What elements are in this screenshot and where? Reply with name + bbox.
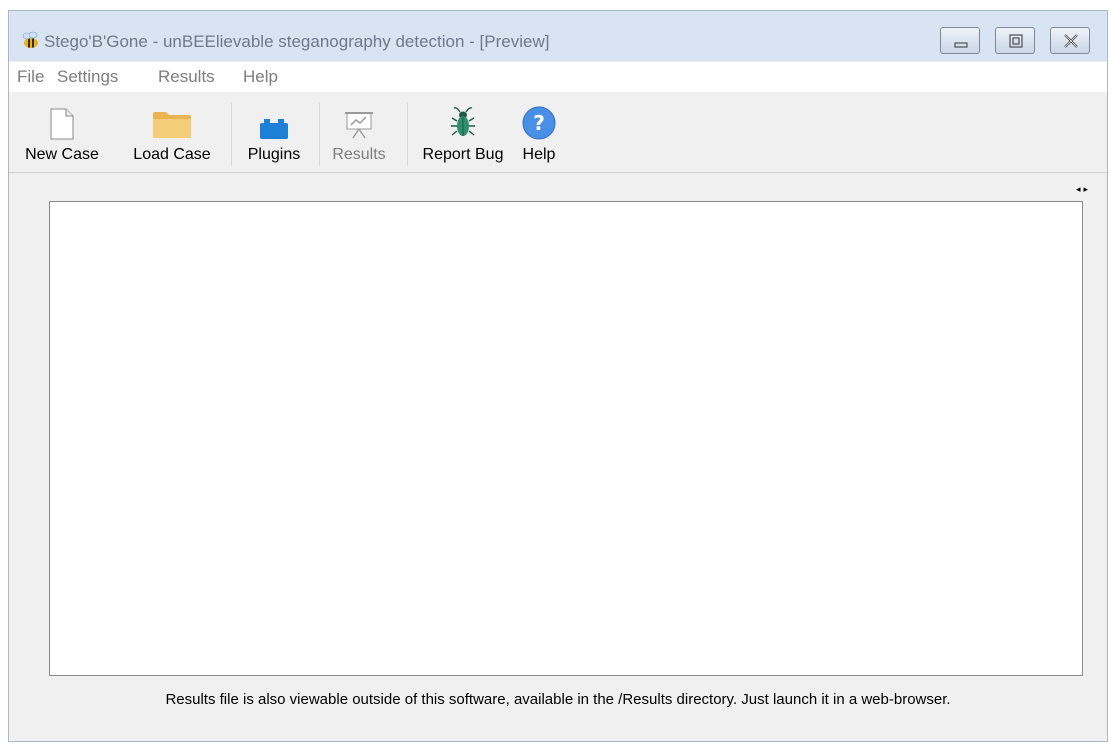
window-title: Stego'B'Gone - unBEElievable steganograp… <box>44 32 550 51</box>
menu-help[interactable]: Help <box>243 67 278 87</box>
bug-icon <box>451 107 475 136</box>
title-bar: Stego'B'Gone - unBEElievable steganograp… <box>9 11 1107 61</box>
svg-text:?: ? <box>533 111 545 135</box>
minimize-button[interactable] <box>940 27 980 54</box>
report-bug-label: Report Bug <box>422 146 504 163</box>
close-button[interactable] <box>1050 27 1090 54</box>
toolbar-separator <box>407 102 408 166</box>
folder-icon <box>153 112 191 138</box>
maximize-button[interactable] <box>995 27 1035 54</box>
toolbar-separator <box>231 102 232 166</box>
menu-file[interactable]: File <box>17 67 44 87</box>
menu-settings[interactable]: Settings <box>57 67 118 87</box>
load-case-button[interactable]: Load Case <box>127 94 217 172</box>
toolbar: New Case Load Case Plugins Results Repor… <box>9 94 1107 173</box>
results-button[interactable]: Results <box>324 94 394 172</box>
load-case-label: Load Case <box>133 146 211 163</box>
splitter-arrows-icon[interactable]: ◂▸ <box>1076 184 1091 195</box>
help-button[interactable]: ? Help <box>517 94 561 172</box>
maximize-icon <box>1009 34 1023 48</box>
menu-bar: File Settings Results Help <box>9 62 1107 92</box>
results-label: Results <box>332 146 386 163</box>
report-bug-button[interactable]: Report Bug <box>415 94 511 172</box>
plugins-label: Plugins <box>247 146 301 163</box>
help-label: Help <box>522 146 556 163</box>
help-icon: ? <box>522 106 556 140</box>
results-preview-panel[interactable] <box>49 201 1083 676</box>
new-document-icon <box>50 108 74 140</box>
plugins-icon <box>260 119 288 139</box>
app-window: Stego'B'Gone - unBEElievable steganograp… <box>8 10 1108 742</box>
new-case-label: New Case <box>25 146 99 163</box>
menu-results[interactable]: Results <box>158 67 215 87</box>
presentation-chart-icon <box>345 112 373 139</box>
plugins-button[interactable]: Plugins <box>239 94 309 172</box>
bee-icon <box>19 30 41 50</box>
minimize-icon <box>954 42 968 48</box>
toolbar-separator <box>319 102 320 166</box>
results-info-text: Results file is also viewable outside of… <box>165 691 951 708</box>
close-icon <box>1064 34 1078 48</box>
new-case-button[interactable]: New Case <box>25 94 99 172</box>
